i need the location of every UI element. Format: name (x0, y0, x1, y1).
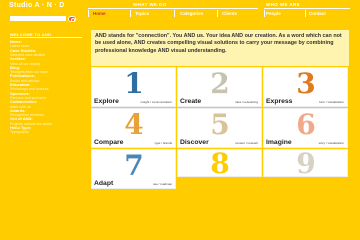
number-8-graphic: 8 (210, 147, 230, 180)
section-who-we-are: WHO WE ARE (266, 2, 301, 7)
nav-clients[interactable]: Clients (222, 11, 237, 16)
sidebar-item[interactable]: Case Studies: Selected case studies (10, 48, 84, 58)
tile-9[interactable]: 9 (263, 147, 348, 180)
sidebar-item-sub: Workshops and lectures (10, 87, 49, 92)
sidebar-item[interactable]: Blog: Thoughts from our team (10, 65, 84, 75)
sidebar-item[interactable]: Publications: Books and articles (10, 73, 84, 83)
tile-title: Compare (94, 139, 124, 146)
sidebar-item-sub: Thoughts from our team (10, 70, 49, 75)
nav-separator (264, 10, 265, 17)
nav-separator (130, 10, 131, 17)
sidebar-menu: News: Latest news Case Studies: Selected c… (10, 39, 84, 135)
sidebar-item-sub: Typography (10, 130, 29, 135)
sidebar-item-sub: Latest news (10, 44, 30, 49)
number-1-graphic: 1 (124, 67, 144, 100)
sidebar-item[interactable]: Out of AND: Projects outside the studio (10, 116, 84, 126)
number-7-graphic: 7 (124, 149, 144, 182)
nav-separator (174, 10, 175, 17)
divider (88, 8, 258, 9)
tile-imagine[interactable]: 6 Imagine story / visualization (263, 108, 348, 148)
sidebar-item-sub: Selected case studies (10, 53, 45, 57)
tile-explore[interactable]: 1 Explore insight / communication (91, 67, 176, 107)
sidebar-item-sub: View all our history (10, 61, 41, 66)
number-3-graphic: 3 (296, 67, 316, 100)
divider (10, 37, 82, 38)
sidebar-item[interactable]: Education: Workshops and lectures (10, 82, 84, 92)
logo[interactable]: Studio A · N · D (9, 2, 65, 9)
sidebar-item-sub: Recognition received (10, 113, 44, 118)
nav-separator (217, 10, 218, 17)
search-input[interactable] (10, 16, 66, 21)
sidebar-item[interactable]: News: Latest news (10, 39, 84, 49)
tile-subtitle: form / visualization (319, 99, 344, 104)
tile-8[interactable]: 8 (177, 147, 262, 180)
tile-subtitle: content / network (235, 140, 258, 145)
sidebar-item[interactable]: Hello Type: Typography (10, 125, 84, 135)
tile-subtitle: idea / networking (235, 99, 258, 104)
tile-title: Express (266, 98, 293, 105)
nav-separator (305, 10, 306, 17)
tile-subtitle: insight / communication (140, 99, 172, 104)
tile-subtitle: story / visualization (318, 140, 344, 145)
nav-contact[interactable]: Contact (309, 11, 326, 16)
number-2-graphic: 2 (210, 67, 230, 100)
tile-discover[interactable]: 5 Discover content / network (177, 108, 262, 148)
number-6-graphic: 6 (296, 108, 316, 141)
nav-home[interactable]: Home (93, 11, 106, 16)
tile-title: Imagine (266, 139, 292, 146)
nav-topics[interactable]: Topics (135, 11, 149, 16)
tile-title: Discover (180, 139, 209, 146)
search-button[interactable] (68, 15, 76, 22)
tile-compare[interactable]: 4 Compare type / brands (91, 108, 176, 148)
divider (264, 8, 350, 9)
tile-subtitle: use / roadmap (152, 181, 172, 186)
sidebar-item[interactable]: Collaboration: Work with us (10, 99, 84, 109)
tile-title: Explore (94, 98, 119, 105)
number-5-graphic: 5 (210, 108, 230, 141)
tile-title: Adapt (94, 180, 114, 187)
intro-text: AND stands for "connection". You AND us.… (95, 33, 342, 54)
nav-people[interactable]: People (266, 11, 281, 16)
sidebar-item-sub: Books and articles (10, 78, 40, 83)
sidebar-item-sub: Work with us (10, 104, 31, 109)
tile-subtitle: type / brands (154, 140, 172, 145)
intro-panel: AND stands for "connection". You AND us.… (91, 30, 349, 66)
tile-title: Create (180, 98, 202, 105)
section-what-we-do: WHAT WE DO (133, 2, 167, 7)
sidebar-item[interactable]: Sponsors: Partners and sponsors (10, 91, 84, 101)
number-9-graphic: 9 (296, 147, 316, 180)
topic-grid: 1 Explore insight / communication 2 Crea… (91, 67, 349, 190)
sidebar-item[interactable]: Awards: Recognition received (10, 108, 84, 118)
tile-create[interactable]: 2 Create idea / networking (177, 67, 262, 107)
nav-separator (88, 10, 89, 17)
sidebar-item-sub: Projects outside the studio (10, 121, 53, 126)
tile-adapt[interactable]: 7 Adapt use / roadmap (91, 149, 176, 189)
number-4-graphic: 4 (124, 108, 144, 141)
sidebar-item-sub: Partners and sponsors (10, 95, 47, 100)
tile-express[interactable]: 3 Express form / visualization (263, 67, 348, 107)
sidebar-item[interactable]: Archive: View all our history (10, 56, 84, 66)
nav-categories[interactable]: Categories (180, 11, 203, 16)
